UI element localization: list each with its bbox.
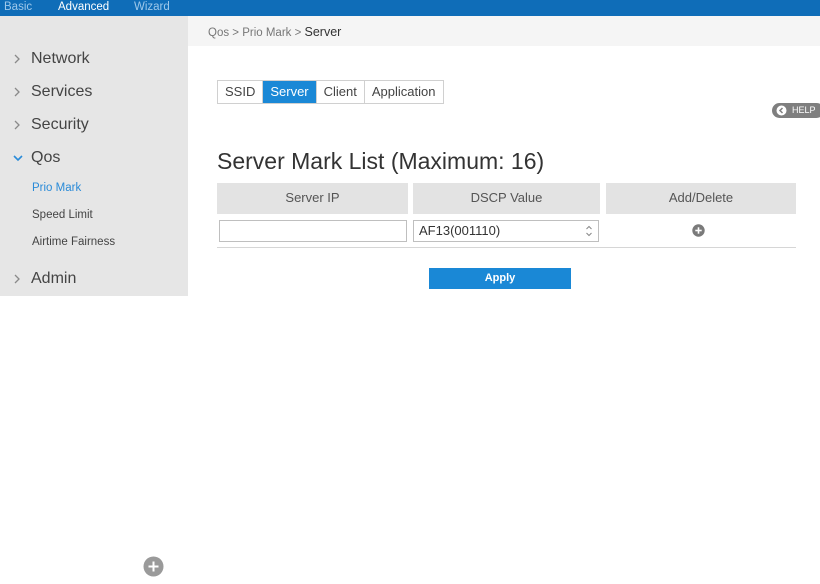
sidebar-item-label: Services: [31, 83, 93, 100]
row-divider: [217, 247, 796, 248]
sidebar-item-admin[interactable]: Admin: [0, 268, 188, 294]
tab-basic[interactable]: Basic: [4, 0, 32, 16]
column-header-dscp-value: DSCP Value: [413, 183, 600, 214]
dscp-selected-value: AF13(001110): [419, 223, 501, 238]
help-label: HELP: [792, 105, 816, 115]
mark-type-tabs: SSID Server Client Application: [217, 80, 444, 104]
tab-application[interactable]: Application: [364, 81, 443, 103]
breadcrumb-current: Server: [304, 25, 342, 39]
column-header-server-ip: Server IP: [217, 183, 408, 214]
tab-ssid[interactable]: SSID: [218, 81, 264, 103]
tab-client[interactable]: Client: [316, 81, 365, 103]
add-row-icon[interactable]: [692, 224, 705, 237]
sidebar-item-security[interactable]: Security: [0, 114, 188, 140]
sidebar-item-qos[interactable]: Qos: [0, 147, 188, 173]
page-title: Server Mark List (Maximum: 16): [217, 148, 545, 174]
sidebar-subitem-speed-limit[interactable]: Speed Limit: [32, 209, 93, 227]
sidebar-subitem-airtime-fairness[interactable]: Airtime Fairness: [32, 236, 115, 254]
chevron-right-icon: [12, 85, 24, 101]
breadcrumb-bar: Qos > Prio Mark > Server: [188, 16, 820, 46]
sidebar-item-label: Security: [31, 116, 89, 133]
sidebar: Network Services Security Qos Prio Mark …: [0, 16, 188, 296]
help-button[interactable]: HELP: [772, 103, 820, 118]
sidebar-item-services[interactable]: Services: [0, 81, 188, 107]
server-ip-input[interactable]: [219, 220, 407, 242]
chevron-down-icon: [12, 151, 24, 167]
tab-wizard[interactable]: Wizard: [134, 0, 170, 16]
sidebar-subitem-prio-mark[interactable]: Prio Mark: [32, 182, 81, 200]
chevron-right-icon: [12, 272, 24, 288]
floating-add-icon[interactable]: [143, 556, 164, 577]
apply-button[interactable]: Apply: [429, 268, 571, 289]
chevron-right-icon: [12, 52, 24, 68]
tab-server[interactable]: Server: [263, 81, 317, 103]
dscp-value-select[interactable]: AF13(001110): [413, 220, 599, 242]
column-header-add-delete: Add/Delete: [606, 183, 796, 214]
breadcrumb-path: Qos > Prio Mark >: [208, 27, 305, 39]
chevron-right-icon: [12, 118, 24, 134]
top-menu-bar: Basic Advanced Wizard: [0, 0, 820, 16]
tab-advanced[interactable]: Advanced: [58, 0, 109, 16]
sidebar-item-label: Network: [31, 50, 90, 67]
breadcrumb: Qos > Prio Mark > Server: [208, 25, 341, 39]
sidebar-item-label: Qos: [31, 149, 61, 166]
sidebar-item-label: Admin: [31, 270, 77, 287]
sidebar-item-network[interactable]: Network: [0, 48, 188, 74]
updown-chevron-icon: [586, 225, 592, 237]
chevron-left-circle-icon: [776, 105, 787, 116]
